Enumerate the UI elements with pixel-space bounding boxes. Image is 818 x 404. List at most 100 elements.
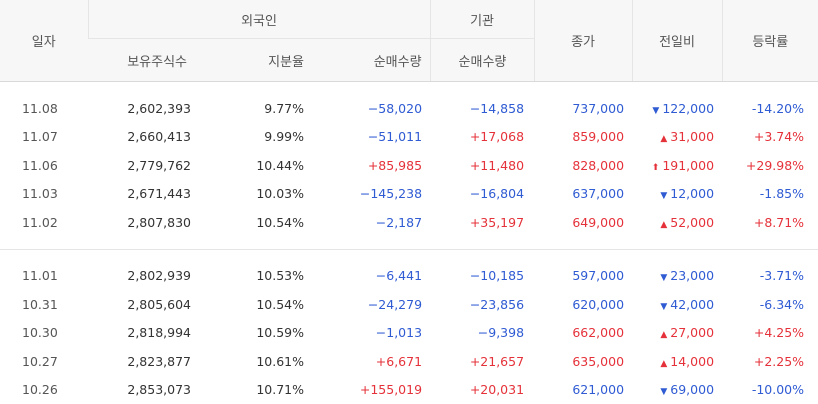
cell-rate: +3.74% [722, 123, 818, 152]
down-arrow-icon: ▼ [660, 273, 667, 283]
cell-ratio: 10.03% [199, 180, 312, 209]
cell-institution-net: +17,068 [430, 123, 534, 152]
cell-date: 10.27 [0, 347, 88, 376]
cell-ratio: 10.44% [199, 151, 312, 180]
cell-ratio: 10.54% [199, 290, 312, 319]
header-close: 종가 [534, 0, 632, 82]
header-foreign: 외국인 [88, 0, 430, 39]
header-net-foreign: 순매수량 [312, 39, 430, 82]
cell-change: ▼12,000 [632, 180, 722, 209]
cell-close: 828,000 [534, 151, 632, 180]
change-value: 12,000 [670, 186, 714, 201]
header-rate: 등락률 [722, 0, 818, 82]
cell-ratio: 10.53% [199, 262, 312, 291]
cell-close: 859,000 [534, 123, 632, 152]
cell-rate: +8.71% [722, 208, 818, 237]
down-arrow-icon: ▼ [660, 387, 667, 397]
table-row: 10.312,805,60410.54%−24,279−23,856620,00… [0, 290, 818, 319]
cell-foreign-net: −24,279 [312, 290, 430, 319]
cell-rate: +29.98% [722, 151, 818, 180]
cell-holdings: 2,805,604 [88, 290, 199, 319]
cell-foreign-net: +85,985 [312, 151, 430, 180]
change-value: 122,000 [662, 101, 714, 116]
change-value: 14,000 [670, 354, 714, 369]
cell-foreign-net: −1,013 [312, 319, 430, 348]
table-row: 11.012,802,93910.53%−6,441−10,185597,000… [0, 262, 818, 291]
cell-holdings: 2,818,994 [88, 319, 199, 348]
header-ratio: 지분율 [199, 39, 312, 82]
change-value: 69,000 [670, 382, 714, 397]
cell-holdings: 2,779,762 [88, 151, 199, 180]
table-row: 11.072,660,4139.99%−51,011+17,068859,000… [0, 123, 818, 152]
cell-date: 11.01 [0, 262, 88, 291]
cell-institution-net: +11,480 [430, 151, 534, 180]
cell-close: 737,000 [534, 94, 632, 123]
up-arrow-icon: ⬆ [652, 163, 660, 173]
cell-holdings: 2,602,393 [88, 94, 199, 123]
up-arrow-icon: ▲ [660, 330, 667, 340]
cell-rate: +4.25% [722, 319, 818, 348]
investor-trading-table: 일자 외국인 기관 종가 전일비 등락률 보유주식수 지분율 순매수량 순매수량… [0, 0, 818, 404]
cell-date: 11.06 [0, 151, 88, 180]
cell-close: 637,000 [534, 180, 632, 209]
cell-date: 11.02 [0, 208, 88, 237]
table-row: 11.032,671,44310.03%−145,238−16,804637,0… [0, 180, 818, 209]
row-spacer [0, 237, 818, 250]
cell-change: ▼23,000 [632, 262, 722, 291]
cell-close: 597,000 [534, 262, 632, 291]
cell-close: 662,000 [534, 319, 632, 348]
up-arrow-icon: ▲ [660, 359, 667, 369]
cell-change: ⬆191,000 [632, 151, 722, 180]
table-row: 11.022,807,83010.54%−2,187+35,197649,000… [0, 208, 818, 237]
cell-foreign-net: −2,187 [312, 208, 430, 237]
cell-date: 11.03 [0, 180, 88, 209]
header-date: 일자 [0, 0, 88, 82]
cell-date: 10.31 [0, 290, 88, 319]
cell-holdings: 2,802,939 [88, 262, 199, 291]
up-arrow-icon: ▲ [660, 220, 667, 230]
cell-institution-net: −10,185 [430, 262, 534, 291]
cell-rate: -3.71% [722, 262, 818, 291]
change-value: 42,000 [670, 297, 714, 312]
cell-ratio: 10.54% [199, 208, 312, 237]
cell-change: ▲27,000 [632, 319, 722, 348]
cell-change: ▲31,000 [632, 123, 722, 152]
cell-foreign-net: −58,020 [312, 94, 430, 123]
table-body: 11.082,602,3939.77%−58,020−14,858737,000… [0, 82, 818, 404]
cell-holdings: 2,823,877 [88, 347, 199, 376]
cell-rate: -14.20% [722, 94, 818, 123]
header-net-institution: 순매수량 [430, 39, 534, 82]
table-row: 11.082,602,3939.77%−58,020−14,858737,000… [0, 94, 818, 123]
cell-institution-net: +21,657 [430, 347, 534, 376]
table-row: 10.272,823,87710.61%+6,671+21,657635,000… [0, 347, 818, 376]
cell-holdings: 2,671,443 [88, 180, 199, 209]
cell-foreign-net: +6,671 [312, 347, 430, 376]
cell-change: ▲52,000 [632, 208, 722, 237]
row-spacer [0, 82, 818, 95]
cell-foreign-net: −51,011 [312, 123, 430, 152]
cell-institution-net: +35,197 [430, 208, 534, 237]
cell-holdings: 2,660,413 [88, 123, 199, 152]
cell-rate: -1.85% [722, 180, 818, 209]
down-arrow-icon: ▼ [652, 106, 659, 116]
down-arrow-icon: ▼ [660, 302, 667, 312]
cell-close: 635,000 [534, 347, 632, 376]
change-value: 23,000 [670, 268, 714, 283]
table-row: 10.302,818,99410.59%−1,013−9,398662,000▲… [0, 319, 818, 348]
cell-holdings: 2,807,830 [88, 208, 199, 237]
cell-institution-net: −9,398 [430, 319, 534, 348]
cell-rate: +2.25% [722, 347, 818, 376]
header-institution: 기관 [430, 0, 534, 39]
cell-foreign-net: −6,441 [312, 262, 430, 291]
change-value: 31,000 [670, 129, 714, 144]
up-arrow-icon: ▲ [660, 134, 667, 144]
cell-change: ▲14,000 [632, 347, 722, 376]
cell-ratio: 9.99% [199, 123, 312, 152]
cell-institution-net: −23,856 [430, 290, 534, 319]
cell-ratio: 9.77% [199, 94, 312, 123]
cell-rate: -6.34% [722, 290, 818, 319]
cell-ratio: 10.61% [199, 347, 312, 376]
cell-close: 620,000 [534, 290, 632, 319]
cell-date: 11.07 [0, 123, 88, 152]
table-row: 11.062,779,76210.44%+85,985+11,480828,00… [0, 151, 818, 180]
